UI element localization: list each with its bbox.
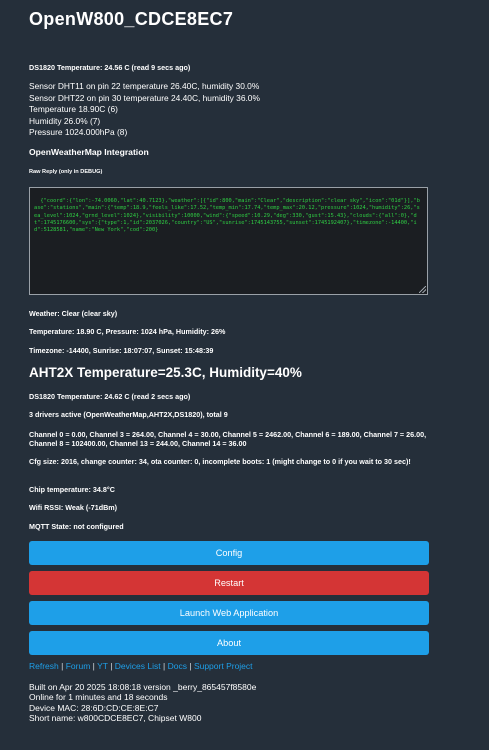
raw-reply-text: {"coord":{"lon":-74.0060,"lat":40.7123},… bbox=[34, 198, 420, 234]
build-info: Built on Apr 20 2025 18:08:18 version _b… bbox=[29, 682, 256, 723]
config-button[interactable]: Config bbox=[29, 541, 429, 565]
sensor-dht11: Sensor DHT11 on pin 22 temperature 26.40… bbox=[29, 81, 260, 91]
owm-heading: OpenWeatherMap Integration bbox=[29, 147, 149, 157]
resize-handle-icon[interactable] bbox=[419, 286, 426, 293]
sensor-temperature: Temperature 18.90C (6) bbox=[29, 104, 118, 115]
drivers-status: 3 drivers active (OpenWeatherMap,AHT2X,D… bbox=[29, 410, 228, 419]
weather-temp-line: Temperature: 18.90 C, Pressure: 1024 hPa… bbox=[29, 327, 226, 336]
devices-list-link[interactable]: Devices List bbox=[115, 661, 161, 671]
sensor-pressure: Pressure 1024.000hPa (8) bbox=[29, 127, 128, 138]
sensor-readings: Sensor DHT11 on pin 22 temperature 26.40… bbox=[29, 81, 260, 139]
footer-links: Refresh | Forum | YT | Devices List | Do… bbox=[29, 661, 253, 671]
wifi-rssi: Wifi RSSI: Weak (-71dBm) bbox=[29, 503, 118, 512]
channels-status: Channel 0 = 0.00, Channel 3 = 264.00, Ch… bbox=[29, 430, 427, 448]
aht-status: AHT2X Temperature=25.3C, Humidity=40% bbox=[29, 365, 302, 380]
build-version: Built on Apr 20 2025 18:08:18 version _b… bbox=[29, 682, 257, 692]
forum-link[interactable]: Forum bbox=[66, 661, 91, 671]
uptime: Online for 1 minutes and 18 seconds bbox=[29, 692, 168, 703]
yt-link[interactable]: YT bbox=[97, 661, 108, 671]
sensor-humidity: Humidity 26.0% (7) bbox=[29, 115, 101, 126]
restart-button[interactable]: Restart bbox=[29, 571, 429, 595]
page-title: OpenW800_CDCE8EC7 bbox=[29, 9, 234, 29]
chip-temperature: Chip temperature: 34.8°C bbox=[29, 485, 115, 494]
mqtt-state: MQTT State: not configured bbox=[29, 522, 124, 531]
sensor-dht22: Sensor DHT22 on pin 30 temperature 24.40… bbox=[29, 92, 260, 103]
about-button[interactable]: About bbox=[29, 631, 429, 655]
weather-line: Weather: Clear (clear sky) bbox=[29, 309, 118, 318]
support-project-link[interactable]: Support Project bbox=[194, 661, 253, 671]
timezone-line: Timezone: -14400, Sunrise: 18:07:07, Sun… bbox=[29, 346, 214, 355]
device-mac: Device MAC: 28:6D:CD:CE:8E:C7 bbox=[29, 702, 159, 713]
ds1820-status-top: DS1820 Temperature: 24.56 C (read 9 secs… bbox=[29, 63, 191, 72]
raw-reply-textarea[interactable]: {"coord":{"lon":-74.0060,"lat":40.7123},… bbox=[29, 187, 428, 295]
refresh-link[interactable]: Refresh bbox=[29, 661, 59, 671]
launch-web-app-button[interactable]: Launch Web Application bbox=[29, 601, 429, 625]
docs-link[interactable]: Docs bbox=[168, 661, 187, 671]
short-name: Short name: w800CDCE8EC7, Chipset W800 bbox=[29, 712, 202, 723]
ds1820-status-bottom: DS1820 Temperature: 24.62 C (read 2 secs… bbox=[29, 392, 191, 401]
raw-reply-label: Raw Reply (only in DEBUG) bbox=[29, 169, 103, 175]
cfg-status: Cfg size: 2016, change counter: 34, ota … bbox=[29, 457, 411, 466]
